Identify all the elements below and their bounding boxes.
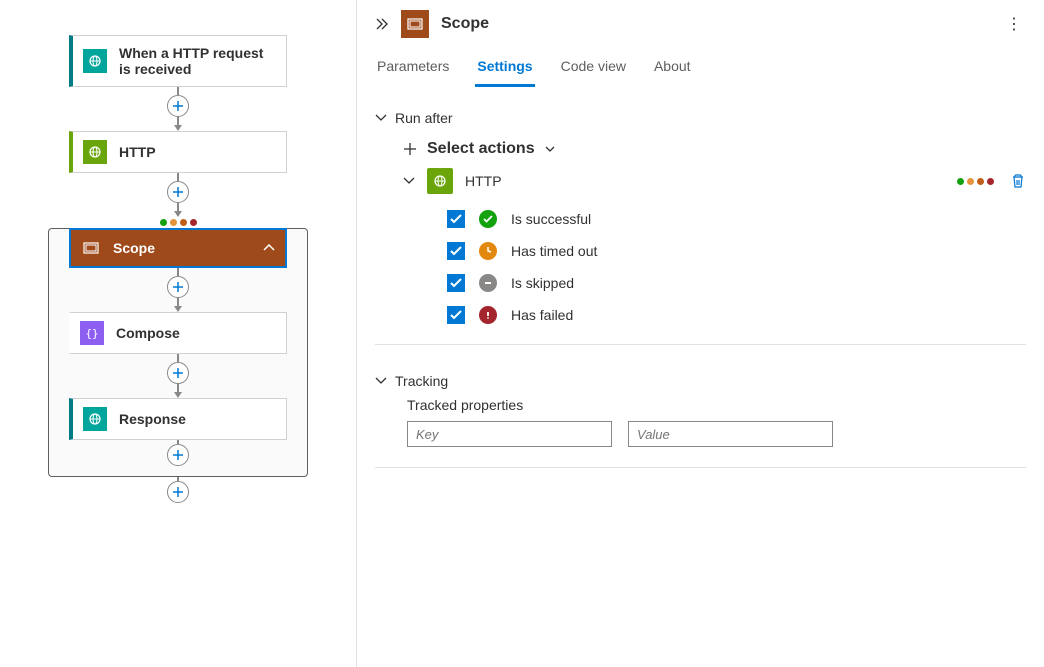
scope-icon	[401, 10, 429, 38]
chevron-down-icon	[375, 114, 387, 122]
section-title: Tracking	[395, 373, 448, 389]
select-actions-label: Select actions	[427, 140, 535, 158]
condition-label: Is skipped	[511, 275, 574, 291]
connector	[167, 477, 189, 503]
chevron-down-icon	[403, 177, 415, 185]
panel-body: Run after Select actions HTTP	[357, 88, 1044, 667]
plus-icon	[403, 142, 417, 156]
http-icon	[427, 168, 453, 194]
checkbox-skipped[interactable]	[447, 274, 465, 292]
connector	[167, 440, 189, 466]
tracked-key-input[interactable]	[407, 421, 612, 447]
add-step-button[interactable]	[167, 181, 189, 203]
flow-canvas[interactable]: When a HTTP request is received HTTP	[0, 0, 357, 667]
tab-about[interactable]: About	[652, 48, 693, 87]
compose-icon: {}	[80, 321, 104, 345]
node-label: Compose	[116, 325, 180, 341]
divider	[375, 344, 1026, 345]
section-toggle-run-after[interactable]: Run after	[375, 110, 1026, 126]
panel-tabs: Parameters Settings Code view About	[357, 48, 1044, 88]
run-after-dots	[957, 178, 994, 185]
section-toggle-tracking[interactable]: Tracking	[375, 373, 1026, 389]
http-icon	[83, 140, 107, 164]
panel-title: Scope	[441, 15, 489, 33]
node-http-trigger[interactable]: When a HTTP request is received	[69, 35, 287, 87]
add-step-button[interactable]	[167, 276, 189, 298]
add-step-button[interactable]	[167, 444, 189, 466]
collapse-panel-button[interactable]	[375, 17, 389, 31]
connector	[167, 173, 189, 217]
add-step-button[interactable]	[167, 362, 189, 384]
section-run-after: Run after Select actions HTTP	[375, 96, 1026, 359]
node-label: HTTP	[119, 144, 156, 160]
checkbox-timeout[interactable]	[447, 242, 465, 260]
node-scope[interactable]: Scope	[69, 228, 287, 268]
node-response[interactable]: Response	[69, 398, 287, 440]
tracked-value-input[interactable]	[628, 421, 833, 447]
connector	[167, 354, 189, 398]
node-http[interactable]: HTTP	[69, 131, 287, 173]
action-label: HTTP	[465, 173, 502, 189]
properties-panel: Scope ⋮ Parameters Settings Code view Ab…	[357, 0, 1044, 667]
run-after-dots	[160, 219, 197, 226]
node-label: Response	[119, 411, 186, 427]
tab-parameters[interactable]: Parameters	[375, 48, 451, 87]
node-compose[interactable]: {} Compose	[69, 312, 287, 354]
condition-list: Is successful Has timed out	[447, 210, 1026, 324]
svg-text:{}: {}	[85, 327, 98, 340]
success-icon	[479, 210, 497, 228]
tab-code-view[interactable]: Code view	[559, 48, 628, 87]
run-after-action: HTTP	[403, 168, 1026, 324]
section-title: Run after	[395, 110, 453, 126]
section-tracking: Tracking Tracked properties	[375, 359, 1026, 482]
tab-settings[interactable]: Settings	[475, 48, 534, 87]
chevron-down-icon	[545, 146, 555, 153]
delete-action-button[interactable]	[1010, 173, 1026, 189]
node-label: When a HTTP request is received	[119, 45, 276, 77]
checkbox-failed[interactable]	[447, 306, 465, 324]
condition-label: Has timed out	[511, 243, 597, 259]
add-step-button[interactable]	[167, 481, 189, 503]
tracked-properties-label: Tracked properties	[407, 397, 1026, 413]
connector	[167, 87, 189, 131]
condition-label: Has failed	[511, 307, 573, 323]
response-icon	[83, 407, 107, 431]
divider	[375, 467, 1026, 468]
add-step-button[interactable]	[167, 95, 189, 117]
condition-skipped: Is skipped	[447, 274, 1026, 292]
action-header[interactable]: HTTP	[403, 168, 1026, 194]
condition-timeout: Has timed out	[447, 242, 1026, 260]
condition-success: Is successful	[447, 210, 1026, 228]
scope-icon	[81, 238, 101, 258]
scope-container: Scope {} Compose	[48, 228, 308, 477]
chevron-down-icon	[375, 377, 387, 385]
tracked-properties-inputs	[407, 421, 1026, 447]
panel-header: Scope ⋮	[357, 0, 1044, 48]
chevron-up-icon[interactable]	[263, 244, 275, 252]
webhook-icon	[83, 49, 107, 73]
connector	[167, 268, 189, 312]
error-icon	[479, 306, 497, 324]
clock-icon	[479, 242, 497, 260]
select-actions-button[interactable]: Select actions	[403, 140, 1026, 158]
node-label: Scope	[113, 240, 155, 256]
checkbox-success[interactable]	[447, 210, 465, 228]
condition-failed: Has failed	[447, 306, 1026, 324]
minus-icon	[479, 274, 497, 292]
more-actions-button[interactable]: ⋮	[1002, 10, 1026, 38]
condition-label: Is successful	[511, 211, 591, 227]
